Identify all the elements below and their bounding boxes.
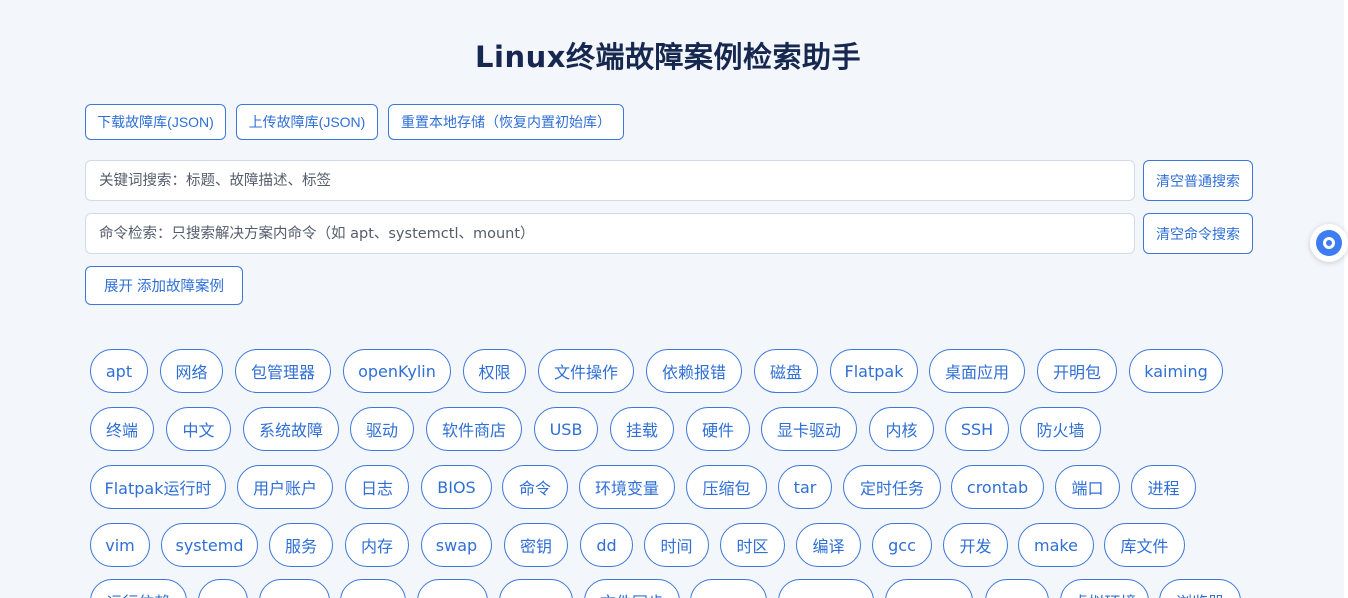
tag-chip[interactable]: 命令 — [502, 465, 568, 509]
tag-chip[interactable]: crontab — [951, 465, 1044, 509]
tag-chip[interactable]: swap — [421, 523, 492, 567]
tag-chip[interactable]: 定时任务 — [843, 465, 941, 509]
tag-chip[interactable]: 运行依赖 — [90, 579, 187, 598]
page: Linux终端故障案例检索助手 下载故障库(JSON) 上传故障库(JSON) … — [0, 0, 1348, 598]
tag-chip[interactable]: BIOS — [421, 465, 492, 509]
tag-chip[interactable] — [340, 579, 406, 598]
tag-chip[interactable]: 编译 — [796, 523, 861, 567]
tag-chip[interactable]: 浏览器 — [1159, 579, 1241, 598]
clear-keyword-search-button[interactable]: 清空普通搜索 — [1143, 160, 1253, 201]
tag-chip[interactable]: dd — [580, 523, 633, 567]
tag-chip[interactable]: 终端 — [90, 407, 154, 451]
tag-chip[interactable]: 库文件 — [1104, 523, 1185, 567]
tag-chip[interactable]: 包管理器 — [235, 349, 331, 393]
tag-chip[interactable]: 挂载 — [610, 407, 674, 451]
tag-chip[interactable]: make — [1018, 523, 1094, 567]
tag-chip[interactable]: 驱动 — [350, 407, 414, 451]
upload-json-button[interactable]: 上传故障库(JSON) — [236, 104, 378, 140]
tag-chip[interactable]: 显卡驱动 — [761, 407, 857, 451]
tag-chip[interactable]: 端口 — [1055, 465, 1120, 509]
tag-chip[interactable]: 服务 — [269, 523, 333, 567]
tag-chip[interactable]: 密钥 — [504, 523, 568, 567]
command-search-input[interactable] — [85, 213, 1135, 254]
tag-chip[interactable]: 文件操作 — [538, 349, 634, 393]
tag-chip[interactable]: 磁盘 — [754, 349, 818, 393]
tag-chip[interactable] — [417, 579, 488, 598]
tag-row: vim systemd 服务 内存 swap 密钥 dd 时间 时区 编译 gc… — [90, 523, 1270, 567]
tag-chip[interactable]: 用户账户 — [237, 465, 333, 509]
tag-chip[interactable]: 文件同步 — [584, 579, 680, 598]
keyword-search-input[interactable] — [85, 160, 1135, 201]
tag-chip[interactable]: 桌面应用 — [929, 349, 1025, 393]
tag-chip[interactable]: apt — [90, 349, 148, 393]
tag-chip[interactable]: 压缩包 — [686, 465, 767, 509]
tag-chip[interactable]: 系统故障 — [243, 407, 339, 451]
tag-chip[interactable]: gcc — [872, 523, 932, 567]
tag-chip[interactable]: 开发 — [943, 523, 1008, 567]
download-json-button[interactable]: 下载故障库(JSON) — [85, 104, 226, 140]
tag-chip[interactable]: 网络 — [160, 349, 223, 393]
assistant-bubble-inner — [1316, 230, 1342, 256]
tag-chip[interactable]: 依赖报错 — [646, 349, 742, 393]
tag-chip[interactable]: 中文 — [166, 407, 231, 451]
reset-storage-button[interactable]: 重置本地存储（恢复内置初始库） — [388, 104, 624, 140]
tag-chip[interactable] — [985, 579, 1049, 598]
tag-chip[interactable]: 环境变量 — [579, 465, 675, 509]
tag-chip[interactable] — [778, 579, 874, 598]
tag-chip[interactable]: 内核 — [869, 407, 934, 451]
tag-chip[interactable] — [885, 579, 973, 598]
tag-chip[interactable]: 时间 — [644, 523, 709, 567]
tag-chip[interactable]: systemd — [161, 523, 258, 567]
tag-row: Flatpak运行时 用户账户 日志 BIOS 命令 环境变量 压缩包 tar … — [90, 465, 1270, 509]
tag-chip[interactable] — [198, 579, 248, 598]
assistant-bubble-dot — [1323, 237, 1335, 249]
tag-chip[interactable]: tar — [778, 465, 832, 509]
tag-chip[interactable]: 开明包 — [1037, 349, 1117, 393]
tag-row: 运行依赖 文件同步 虚拟环境 浏览器 — [90, 579, 1270, 598]
tag-chip[interactable]: Flatpak — [830, 349, 918, 393]
tag-chip[interactable] — [690, 579, 767, 598]
tag-chip[interactable]: SSH — [945, 407, 1009, 451]
tag-chip[interactable] — [259, 579, 330, 598]
tag-chip[interactable] — [499, 579, 573, 598]
page-scrollbar[interactable] — [1344, 0, 1348, 598]
clear-command-search-button[interactable]: 清空命令搜索 — [1143, 213, 1253, 254]
tag-chip[interactable]: kaiming — [1129, 349, 1223, 393]
tag-chip[interactable]: USB — [534, 407, 598, 451]
tag-chip[interactable]: vim — [90, 523, 150, 567]
tag-chip[interactable]: 时区 — [720, 523, 785, 567]
tag-chip[interactable]: 进程 — [1131, 465, 1196, 509]
tag-chip[interactable]: 防火墙 — [1020, 407, 1101, 451]
toggle-add-case-button[interactable]: 展开 添加故障案例 — [85, 266, 243, 305]
tag-chip[interactable]: Flatpak运行时 — [90, 465, 226, 509]
tag-row: apt 网络 包管理器 openKylin 权限 文件操作 依赖报错 磁盘 Fl… — [90, 349, 1270, 393]
tag-chip[interactable]: 软件商店 — [426, 407, 522, 451]
page-title: Linux终端故障案例检索助手 — [475, 40, 861, 74]
tag-chip[interactable]: openKylin — [343, 349, 451, 393]
tag-chip[interactable]: 内存 — [345, 523, 409, 567]
tag-chip[interactable]: 虚拟环境 — [1060, 579, 1149, 598]
tag-chip[interactable]: 硬件 — [686, 407, 750, 451]
assistant-bubble-icon[interactable] — [1310, 224, 1348, 262]
tag-chip[interactable]: 权限 — [463, 349, 526, 393]
tag-chip[interactable]: 日志 — [345, 465, 409, 509]
tag-row: 终端 中文 系统故障 驱动 软件商店 USB 挂载 硬件 显卡驱动 内核 SSH… — [90, 407, 1270, 451]
